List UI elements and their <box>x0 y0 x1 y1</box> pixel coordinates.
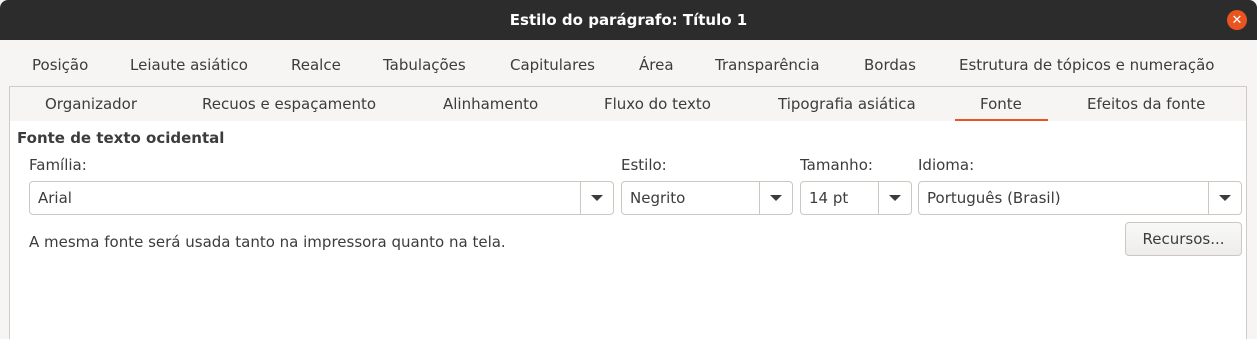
language-label: Idioma: <box>918 156 975 174</box>
tab-fluxo-texto[interactable]: Fluxo do texto <box>604 87 711 121</box>
chevron-down-icon <box>591 195 603 201</box>
tab-area[interactable]: Área <box>639 40 674 86</box>
tab-fonte[interactable]: Fonte <box>955 87 1048 122</box>
tab-leiaute-asiatico[interactable]: Leiaute asiático <box>130 40 248 86</box>
tab-efeitos-fonte[interactable]: Efeitos da fonte <box>1087 87 1205 121</box>
title-bar: Estilo do parágrafo: Título 1 ✕ <box>0 0 1257 40</box>
tab-tabulacoes[interactable]: Tabulações <box>383 40 466 86</box>
style-value[interactable]: Negrito <box>630 182 685 214</box>
family-value[interactable]: Arial <box>38 182 72 214</box>
size-dropdown-button[interactable] <box>878 182 911 214</box>
size-combobox[interactable]: 14 pt <box>800 181 912 215</box>
family-label: Família: <box>29 156 87 174</box>
family-combobox[interactable]: Arial <box>29 181 614 215</box>
tab-estrutura-topicos[interactable]: Estrutura de tópicos e numeração <box>959 40 1214 86</box>
style-dropdown-button[interactable] <box>759 182 792 214</box>
section-title: Fonte de texto ocidental <box>17 129 225 147</box>
size-label: Tamanho: <box>800 156 873 174</box>
chevron-down-icon <box>1219 195 1231 201</box>
tab-transparencia[interactable]: Transparência <box>715 40 820 86</box>
tab-organizador[interactable]: Organizador <box>45 87 137 121</box>
tab-realce[interactable]: Realce <box>291 40 341 86</box>
window-title: Estilo do parágrafo: Título 1 <box>509 11 748 29</box>
tab-recuos-espacamento[interactable]: Recuos e espaçamento <box>202 87 376 121</box>
language-combobox[interactable]: Português (Brasil) <box>918 181 1242 215</box>
family-dropdown-button[interactable] <box>580 182 613 214</box>
size-value[interactable]: 14 pt <box>809 182 848 214</box>
features-button[interactable]: Recursos... <box>1125 222 1242 256</box>
font-note: A mesma fonte será usada tanto na impres… <box>29 233 506 251</box>
language-value[interactable]: Português (Brasil) <box>927 182 1061 214</box>
close-icon[interactable]: ✕ <box>1227 10 1247 30</box>
tab-alinhamento[interactable]: Alinhamento <box>443 87 538 121</box>
chevron-down-icon <box>770 195 782 201</box>
style-combobox[interactable]: Negrito <box>621 181 793 215</box>
tab-bar-secondary: Organizador Recuos e espaçamento Alinham… <box>9 86 1247 122</box>
style-label: Estilo: <box>621 156 667 174</box>
tab-capitulares[interactable]: Capitulares <box>510 40 595 86</box>
tab-bar-primary: Posição Leiaute asiático Realce Tabulaçõ… <box>0 40 1257 86</box>
tab-bordas[interactable]: Bordas <box>864 40 916 86</box>
chevron-down-icon <box>889 195 901 201</box>
tab-posicao[interactable]: Posição <box>32 40 88 86</box>
language-dropdown-button[interactable] <box>1208 182 1241 214</box>
tab-tipografia-asiatica[interactable]: Tipografia asiática <box>778 87 916 121</box>
font-panel: Fonte de texto ocidental Família: Estilo… <box>9 121 1247 339</box>
